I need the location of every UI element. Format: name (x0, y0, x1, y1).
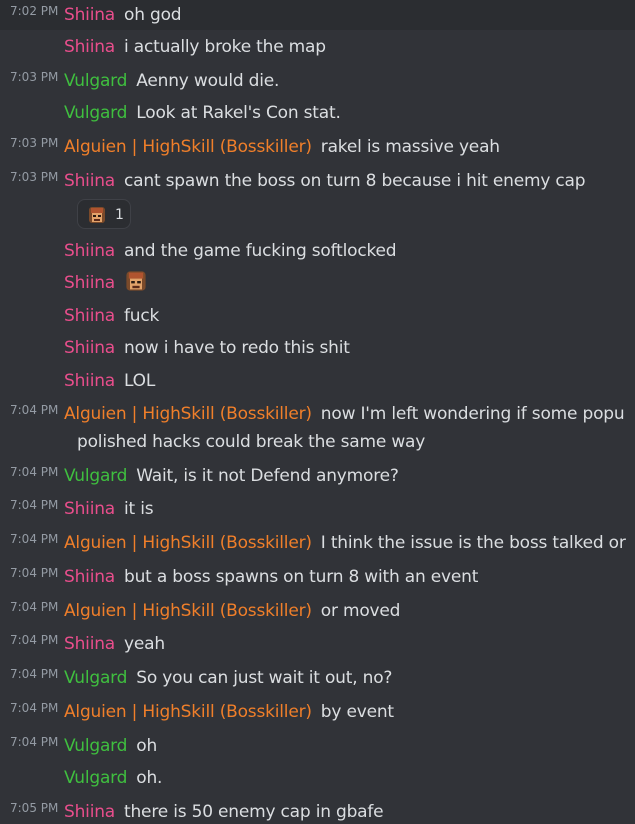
message-row: 7:04 PM Alguien | HighSkill (Bosskiller)… (0, 697, 635, 727)
message-row: 7:05 PM Shiina there is 50 enemy cap in g… (0, 797, 635, 824)
message-timestamp: 7:04 PM (10, 566, 59, 580)
message-author[interactable]: Shiina (64, 273, 115, 293)
message-text-continued: polished hacks could break the same way (77, 432, 426, 452)
message-author[interactable]: Shiina (64, 634, 115, 654)
message-timestamp: 7:03 PM (10, 136, 59, 150)
message-text: it is (124, 499, 154, 519)
message-author[interactable]: Shiina (64, 802, 115, 822)
message-author[interactable]: Vulgard (64, 466, 127, 486)
message-author[interactable]: Shiina (64, 338, 115, 358)
message-text: but a boss spawns on turn 8 with an even… (124, 567, 479, 587)
message-text: fuck (124, 306, 160, 326)
message-text: there is 50 enemy cap in gbafe (124, 802, 384, 822)
message-text: Wait, is it not Defend anymore? (136, 466, 399, 486)
message-row: 7:04 PM Alguien | HighSkill (Bosskiller)… (0, 399, 635, 461)
message-author[interactable]: Alguien | HighSkill (Bosskiller) (64, 601, 312, 621)
message-author[interactable]: Shiina (64, 37, 115, 57)
message-author[interactable]: Alguien | HighSkill (Bosskiller) (64, 404, 312, 424)
message-row: 7:02 PM Shiina oh god (0, 0, 635, 30)
message-row: Vulgard Look at Rakel's Con stat. (0, 98, 635, 128)
message-author[interactable]: Shiina (64, 5, 115, 25)
message-author[interactable]: Shiina (64, 567, 115, 587)
message-author[interactable]: Alguien | HighSkill (Bosskiller) (64, 702, 312, 722)
message-timestamp: 7:03 PM (10, 170, 59, 184)
message-author[interactable]: Vulgard (64, 71, 127, 91)
message-row: Shiina and the game fucking softlocked (0, 236, 635, 266)
message-timestamp: 7:04 PM (10, 600, 59, 614)
message-row: 7:04 PM Shiina but a boss spawns on turn … (0, 562, 635, 592)
message-timestamp: 7:05 PM (10, 801, 59, 815)
message-row: Shiina now i have to redo this shit (0, 333, 635, 363)
message-text: cant spawn the boss on turn 8 because i … (124, 171, 586, 191)
face-emoji-icon (126, 271, 146, 291)
message-timestamp: 7:04 PM (10, 532, 59, 546)
message-row: Shiina i actually broke the map (0, 32, 635, 62)
message-timestamp: 7:03 PM (10, 70, 59, 84)
message-row: 7:04 PM Vulgard Wait, is it not Defend an… (0, 461, 635, 491)
message-row: Shiina fuck (0, 301, 635, 331)
message-row: Vulgard oh. (0, 763, 635, 793)
message-text: now i have to redo this shit (124, 338, 350, 358)
message-author[interactable]: Vulgard (64, 736, 127, 756)
face-emoji-icon (89, 207, 105, 223)
message-text: oh. (136, 768, 163, 788)
message-row: 7:03 PM Vulgard Aenny would die. (0, 66, 635, 96)
message-text: i actually broke the map (124, 37, 326, 57)
message-text: So you can just wait it out, no? (136, 668, 393, 688)
message-row: Shiina (0, 268, 635, 298)
message-text: I think the issue is the boss talked or (320, 533, 626, 553)
message-author[interactable]: Vulgard (64, 768, 127, 788)
message-text: now I'm left wondering if some popu (320, 404, 625, 424)
message-row: 7:04 PM Alguien | HighSkill (Bosskiller)… (0, 596, 635, 626)
chat-message-list: 7:02 PM Shiina oh god Shiina i actually br… (0, 0, 635, 824)
message-row: 7:03 PM Alguien | HighSkill (Bosskiller)… (0, 132, 635, 162)
message-text: oh god (124, 5, 182, 25)
message-text: yeah (124, 634, 165, 654)
message-text: oh (136, 736, 158, 756)
message-timestamp: 7:02 PM (10, 4, 59, 18)
message-timestamp: 7:04 PM (10, 403, 59, 417)
message-timestamp: 7:04 PM (10, 701, 59, 715)
message-text: or moved (320, 601, 401, 621)
message-row: 7:04 PM Alguien | HighSkill (Bosskiller)… (0, 528, 635, 558)
message-row: 7:04 PM Shiina yeah (0, 629, 635, 659)
message-row: 7:03 PM Shiina cant spawn the boss on tur… (0, 166, 635, 196)
message-author[interactable]: Vulgard (64, 668, 127, 688)
message-author[interactable]: Shiina (64, 171, 115, 191)
message-author[interactable]: Shiina (64, 499, 115, 519)
message-author[interactable]: Alguien | HighSkill (Bosskiller) (64, 533, 312, 553)
message-author[interactable]: Vulgard (64, 103, 127, 123)
message-timestamp: 7:04 PM (10, 498, 59, 512)
message-timestamp: 7:04 PM (10, 667, 59, 681)
message-text: LOL (124, 371, 156, 391)
message-timestamp: 7:04 PM (10, 633, 59, 647)
message-text: Aenny would die. (136, 71, 280, 91)
message-row: Shiina LOL (0, 366, 635, 396)
reaction-count: 1 (115, 207, 124, 223)
message-author[interactable]: Shiina (64, 306, 115, 326)
message-text: Look at Rakel's Con stat. (136, 103, 341, 123)
reaction-button[interactable]: 1 (77, 199, 131, 229)
message-text: by event (320, 702, 394, 722)
message-row: 7:04 PM Shiina it is (0, 494, 635, 524)
message-row: 7:04 PM Vulgard oh (0, 731, 635, 761)
message-timestamp: 7:04 PM (10, 735, 59, 749)
message-author[interactable]: Shiina (64, 371, 115, 391)
message-timestamp: 7:04 PM (10, 465, 59, 479)
message-row: 7:04 PM Vulgard So you can just wait it o… (0, 663, 635, 693)
message-text: rakel is massive yeah (320, 137, 500, 157)
message-author[interactable]: Alguien | HighSkill (Bosskiller) (64, 137, 312, 157)
message-author[interactable]: Shiina (64, 241, 115, 261)
message-text: and the game fucking softlocked (124, 241, 397, 261)
